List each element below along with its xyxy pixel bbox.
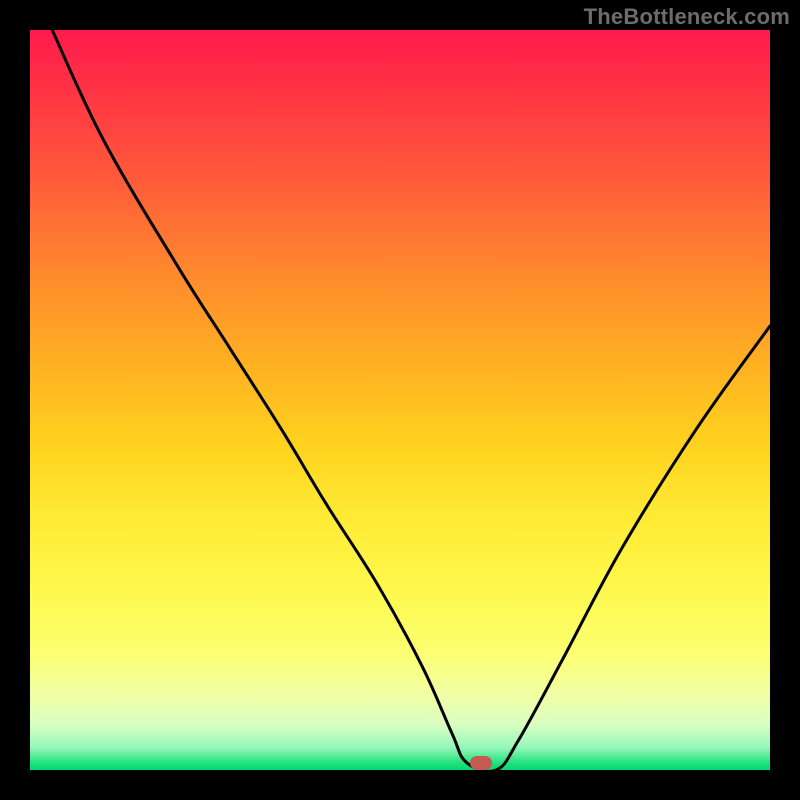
attribution-label: TheBottleneck.com [584,4,790,30]
plot-area [30,30,770,770]
chart-frame: TheBottleneck.com [0,0,800,800]
bottleneck-curve [30,30,770,770]
optimal-point-marker [470,756,492,770]
